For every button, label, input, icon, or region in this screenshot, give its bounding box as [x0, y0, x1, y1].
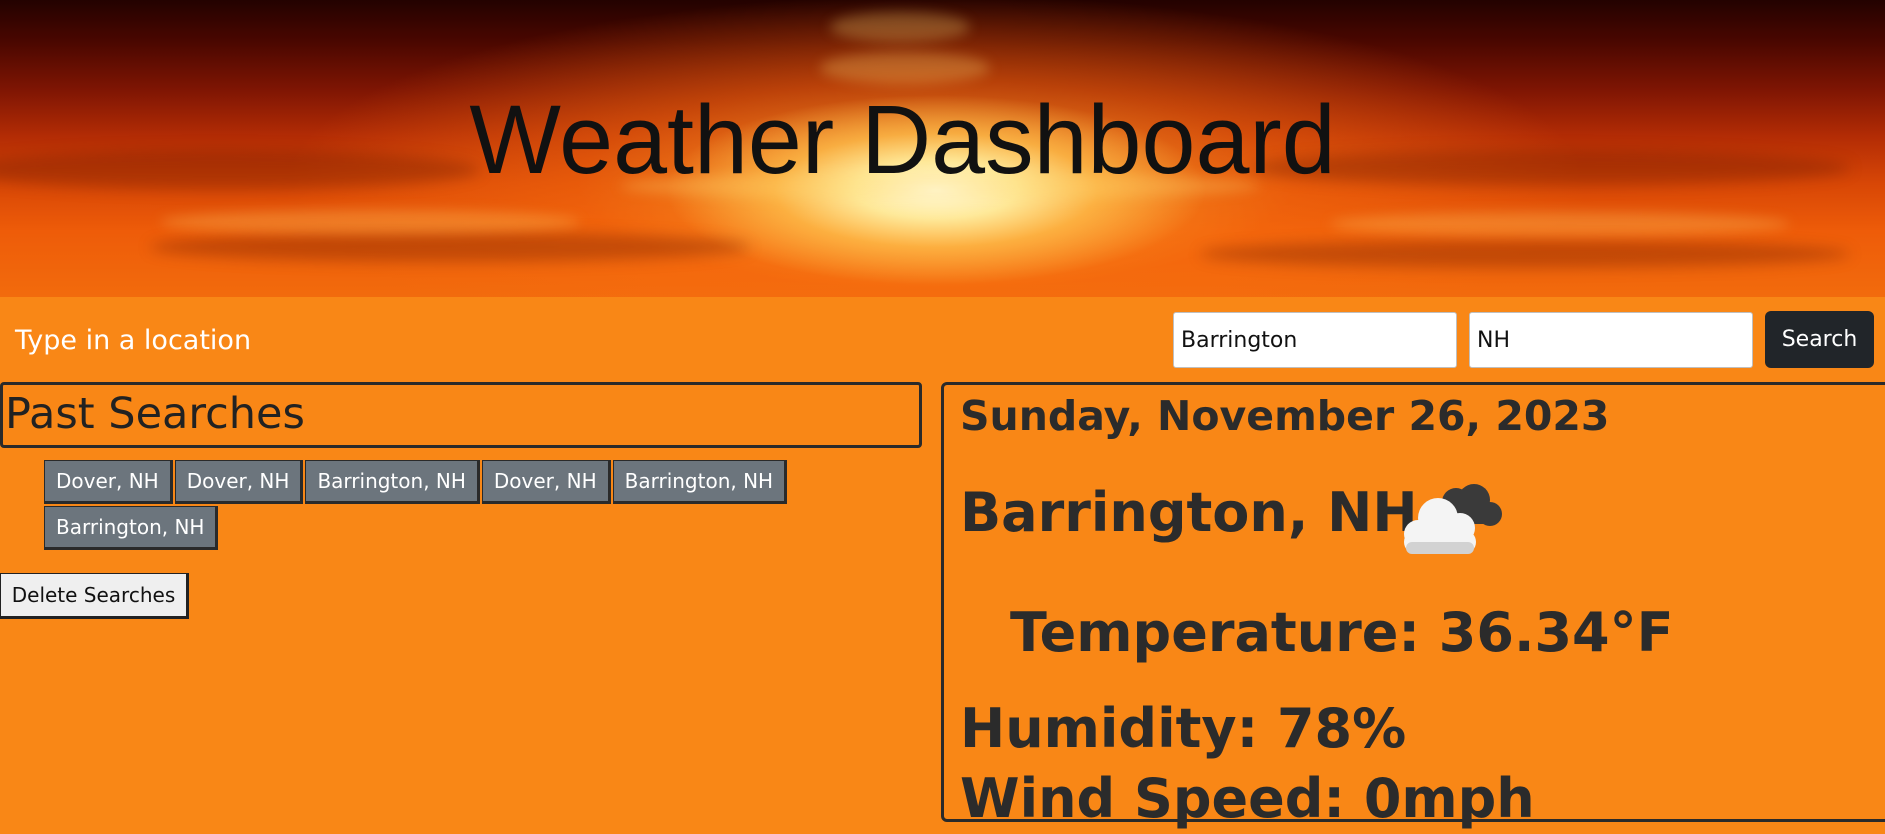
past-searches-title: Past Searches: [0, 382, 922, 448]
humidity: Humidity: 78%: [960, 697, 1407, 760]
history-button[interactable]: Dover, NH: [481, 460, 611, 504]
search-button[interactable]: Search: [1765, 311, 1874, 368]
current-city: Barrington, NH: [960, 481, 1418, 544]
delete-searches-button[interactable]: Delete Searches: [0, 573, 189, 619]
city-input[interactable]: [1173, 312, 1457, 368]
cloudy-icon: [1404, 484, 1502, 554]
history-button[interactable]: Dover, NH: [174, 460, 304, 504]
wind-speed: Wind Speed: 0mph: [960, 767, 1535, 830]
state-input[interactable]: [1469, 312, 1753, 368]
hero-banner: Weather Dashboard: [0, 0, 1885, 297]
temperature: Temperature: 36.34°F: [1010, 601, 1674, 664]
past-searches-list: Dover, NH Dover, NH Barrington, NH Dover…: [44, 460, 824, 552]
history-button[interactable]: Barrington, NH: [612, 460, 788, 504]
history-button[interactable]: Barrington, NH: [44, 506, 219, 550]
search-label: Type in a location: [15, 325, 252, 356]
page-title: Weather Dashboard: [469, 85, 1336, 194]
current-date: Sunday, November 26, 2023: [960, 392, 1610, 440]
history-button[interactable]: Barrington, NH: [305, 460, 480, 504]
history-button[interactable]: Dover, NH: [44, 460, 173, 504]
